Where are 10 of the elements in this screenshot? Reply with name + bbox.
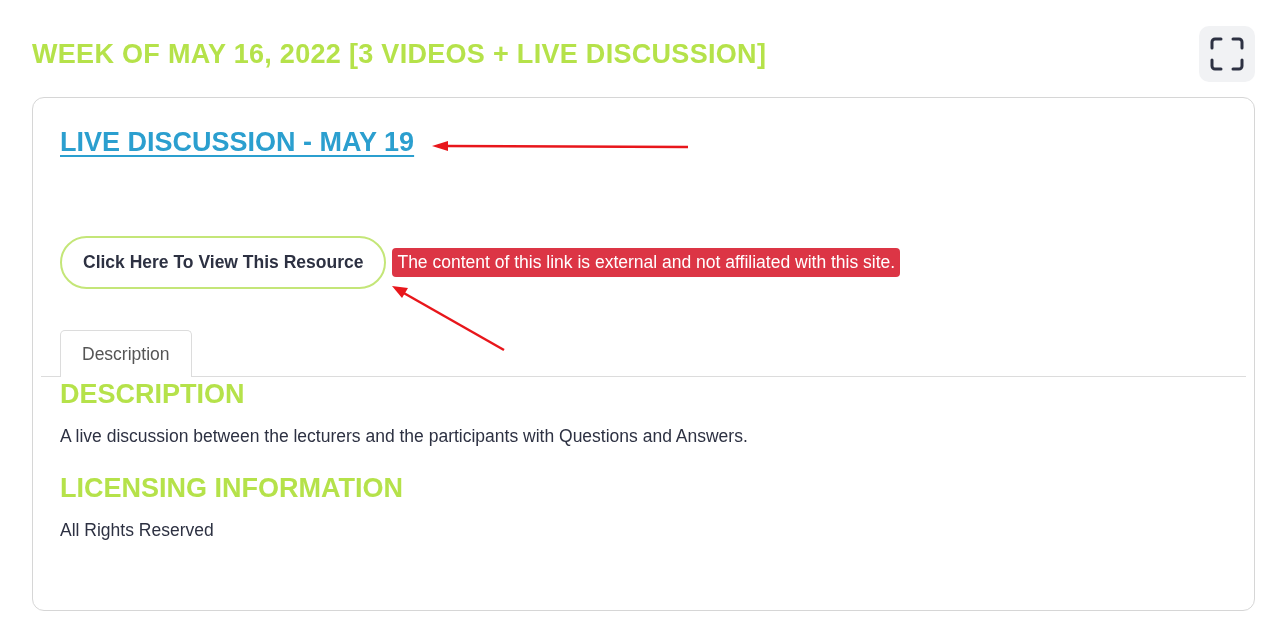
view-resource-button[interactable]: Click Here To View This Resource [60, 236, 387, 289]
section-heading: LICENSING INFORMATION [60, 473, 404, 504]
section-heading: DESCRIPTION [60, 379, 246, 410]
section-title: WEEK OF MAY 16, 2022 [3 VIDEOS + LIVE DISCUSSION] [32, 38, 767, 70]
fullscreen-button[interactable] [1199, 26, 1255, 82]
section-text: All Rights Reserved [60, 520, 215, 541]
external-link-notice: The content of this link is external and not affiliated with this site. [392, 248, 901, 277]
section-text: A live discussion between the lecturers and the participants with Questions and Answers. [60, 426, 749, 447]
fullscreen-icon [1210, 37, 1244, 71]
description-tab[interactable]: Description [60, 330, 192, 377]
